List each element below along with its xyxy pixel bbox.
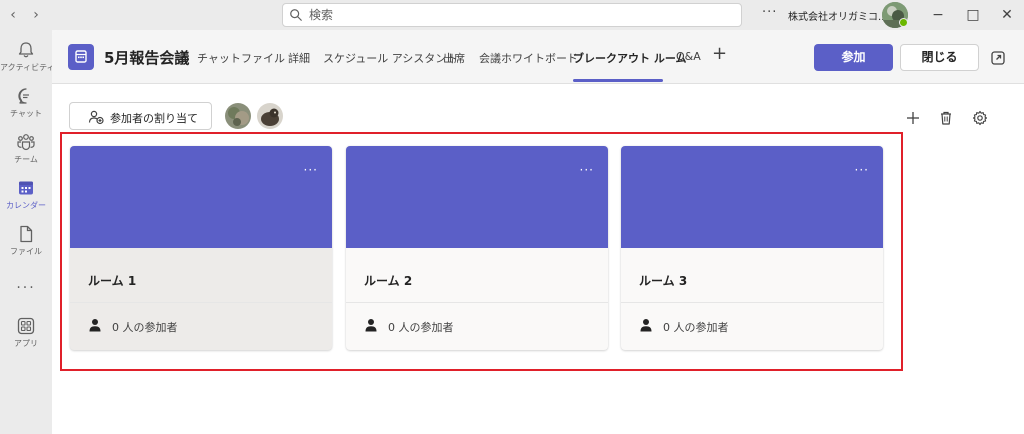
room-divider bbox=[70, 302, 332, 303]
more-options-icon[interactable]: ··· bbox=[762, 5, 777, 20]
room-banner bbox=[621, 146, 883, 248]
room-divider bbox=[621, 302, 883, 303]
rail-label-activity: アクティビティ bbox=[0, 63, 55, 72]
meeting-title: 5月報告会議 bbox=[104, 49, 190, 67]
settings-gear-icon[interactable] bbox=[972, 110, 988, 126]
room-more-options-icon[interactable]: ··· bbox=[855, 164, 869, 176]
title-bar: ‹ › 検索 ··· 株式会社オリガミコ... − □ ✕ bbox=[0, 0, 1024, 30]
add-room-icon[interactable] bbox=[905, 110, 921, 126]
tab-scheduling-assistant[interactable]: スケジュール アシスタント bbox=[323, 50, 457, 66]
apps-icon bbox=[17, 317, 35, 335]
rail-label-apps: アプリ bbox=[14, 339, 38, 348]
teams-icon bbox=[17, 134, 35, 151]
room-card[interactable]: ··· ルーム 2 0 人の参加者 bbox=[346, 146, 608, 350]
join-button[interactable]: 参加 bbox=[814, 44, 893, 71]
search-icon bbox=[290, 9, 302, 21]
person-icon bbox=[640, 319, 652, 332]
participant-photo-icon bbox=[225, 103, 251, 129]
room-banner bbox=[346, 146, 608, 248]
assign-participants-button[interactable]: 参加者の割り当て bbox=[69, 102, 212, 130]
room-name: ルーム 1 bbox=[88, 274, 137, 288]
assign-people-icon bbox=[88, 110, 104, 125]
bell-icon bbox=[18, 42, 34, 58]
participant-photo-icon bbox=[257, 103, 283, 129]
meeting-header: 5月報告会議 チャット ファイル 詳細 スケジュール アシスタント 出席 会議ホ… bbox=[52, 30, 1024, 84]
meeting-calendar-icon bbox=[68, 44, 94, 70]
room-participant-count: 0 人の参加者 bbox=[388, 321, 454, 334]
org-name[interactable]: 株式会社オリガミコ... bbox=[788, 8, 888, 23]
tab-breakout-rooms[interactable]: ブレークアウト ルーム bbox=[573, 50, 687, 66]
room-more-options-icon[interactable]: ··· bbox=[304, 164, 318, 176]
tab-qa[interactable]: Q&A bbox=[676, 50, 701, 63]
room-name: ルーム 2 bbox=[364, 274, 413, 288]
tab-details[interactable]: 詳細 bbox=[288, 50, 310, 66]
rail-item-calendar[interactable]: カレンダー bbox=[0, 178, 52, 222]
person-icon bbox=[89, 319, 101, 332]
room-participant-count: 0 人の参加者 bbox=[112, 321, 178, 334]
popout-icon[interactable] bbox=[990, 50, 1006, 66]
room-card[interactable]: ··· ルーム 1 0 人の参加者 bbox=[70, 146, 332, 350]
participant-avatar[interactable] bbox=[225, 103, 251, 129]
app-rail: アクティビティ チャット チーム カレンダー ファイル ··· アプリ bbox=[0, 30, 55, 434]
active-tab-indicator bbox=[573, 79, 663, 82]
forward-arrow-icon[interactable]: › bbox=[27, 6, 45, 24]
room-banner bbox=[70, 146, 332, 248]
rail-label-chat: チャット bbox=[10, 109, 42, 118]
rail-item-teams[interactable]: チーム bbox=[0, 132, 52, 176]
rail-item-apps[interactable]: アプリ bbox=[0, 316, 52, 360]
room-participant-count: 0 人の参加者 bbox=[663, 321, 729, 334]
room-name: ルーム 3 bbox=[639, 274, 688, 288]
tab-whiteboard[interactable]: 会議ホワイトボード bbox=[479, 50, 578, 66]
rail-item-files[interactable]: ファイル bbox=[0, 224, 52, 268]
chat-icon bbox=[18, 88, 29, 104]
main-content: 5月報告会議 チャット ファイル 詳細 スケジュール アシスタント 出席 会議ホ… bbox=[52, 30, 1024, 434]
room-more-options-icon[interactable]: ··· bbox=[580, 164, 594, 176]
room-divider bbox=[346, 302, 608, 303]
rail-more-icon[interactable]: ··· bbox=[0, 280, 52, 296]
person-icon bbox=[365, 319, 377, 332]
rail-item-chat[interactable]: チャット bbox=[0, 86, 52, 130]
room-card[interactable]: ··· ルーム 3 0 人の参加者 bbox=[621, 146, 883, 350]
rail-label-calendar: カレンダー bbox=[6, 201, 46, 210]
rail-label-teams: チーム bbox=[14, 155, 38, 164]
close-button[interactable]: 閉じる bbox=[900, 44, 979, 71]
tab-chat[interactable]: チャット bbox=[197, 50, 241, 66]
minimize-button[interactable]: − bbox=[928, 5, 948, 25]
calendar-icon bbox=[19, 181, 33, 195]
file-icon bbox=[20, 225, 33, 243]
presence-status-icon bbox=[899, 18, 908, 27]
rail-item-activity[interactable]: アクティビティ bbox=[0, 40, 55, 84]
delete-icon[interactable] bbox=[938, 110, 954, 126]
assign-participants-label: 参加者の割り当て bbox=[110, 112, 198, 125]
rail-label-files: ファイル bbox=[10, 247, 42, 256]
search-placeholder: 検索 bbox=[309, 8, 334, 22]
participant-avatar[interactable] bbox=[257, 103, 283, 129]
maximize-button[interactable]: □ bbox=[963, 5, 983, 25]
back-arrow-icon[interactable]: ‹ bbox=[4, 6, 22, 24]
close-window-button[interactable]: ✕ bbox=[997, 5, 1017, 25]
tab-attendance[interactable]: 出席 bbox=[443, 50, 465, 66]
add-tab-icon[interactable]: + bbox=[712, 43, 727, 64]
tab-files[interactable]: ファイル bbox=[241, 50, 285, 66]
search-input[interactable]: 検索 bbox=[282, 3, 742, 27]
